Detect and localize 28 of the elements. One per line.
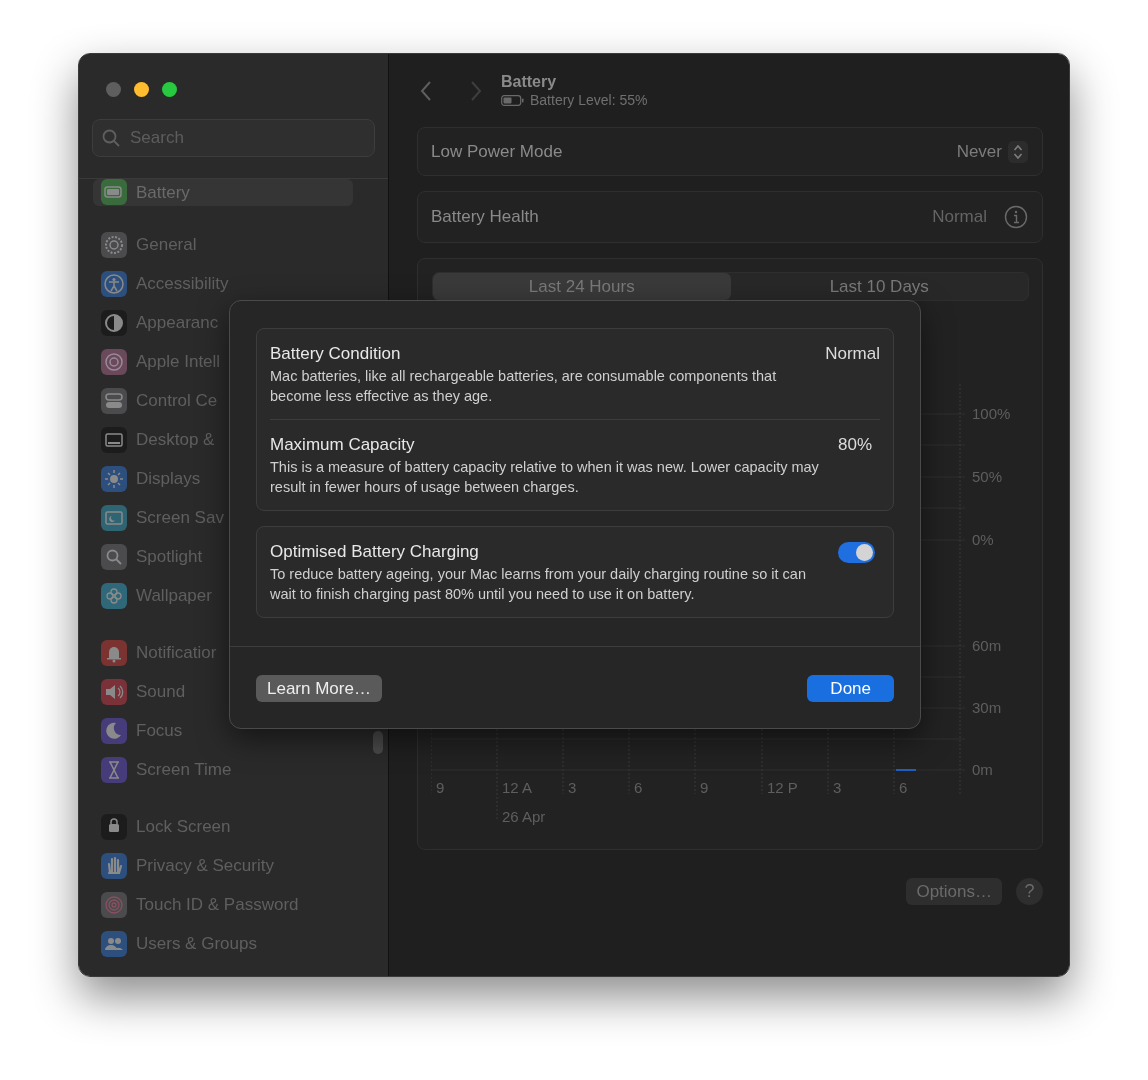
setting-label: Low Power Mode	[431, 140, 564, 163]
item-description: To reduce battery ageing, your Mac learns from your daily charging routine so it can wait to finish charging past 80% until you need to use it on battery.	[270, 565, 807, 604]
axis-label: 30m	[972, 699, 1002, 717]
axis-label: 0m	[972, 761, 993, 779]
item-description: This is a measure of battery capacity relative to when it was new. Lower capacity may result in fewer hours of usage between charges.	[270, 458, 820, 497]
axis-label: 6	[634, 779, 643, 797]
page-title: Battery	[501, 72, 558, 91]
axis-label: 12 A	[502, 779, 533, 797]
setting-label: Battery Health	[431, 206, 540, 229]
axis-label: 6	[899, 779, 908, 797]
item-value: Normal	[825, 343, 880, 365]
item-description: Mac batteries, like all rechargeable batteries, are consumable components that become less effective as they age.	[270, 367, 778, 406]
battery-level-text: Battery Level: 55%	[530, 91, 648, 109]
item-title: Optimised Battery Charging	[270, 541, 480, 563]
item-value: 80%	[838, 434, 873, 456]
item-title: Battery Condition	[270, 343, 402, 365]
axis-label: 3	[833, 779, 842, 797]
axis-label: 9	[700, 779, 709, 797]
axis-label: 3	[568, 779, 577, 797]
axis-label: 50%	[972, 468, 1003, 486]
date-label: 26 Apr	[502, 808, 546, 826]
item-title: Maximum Capacity	[270, 434, 416, 456]
health-value: Normal	[932, 206, 987, 229]
axis-label: 12 P	[767, 779, 798, 797]
axis-label: 60m	[972, 637, 1002, 655]
axis-label: 0%	[972, 531, 994, 549]
axis-label: 9	[436, 779, 445, 797]
axis-label: 100%	[972, 405, 1011, 423]
